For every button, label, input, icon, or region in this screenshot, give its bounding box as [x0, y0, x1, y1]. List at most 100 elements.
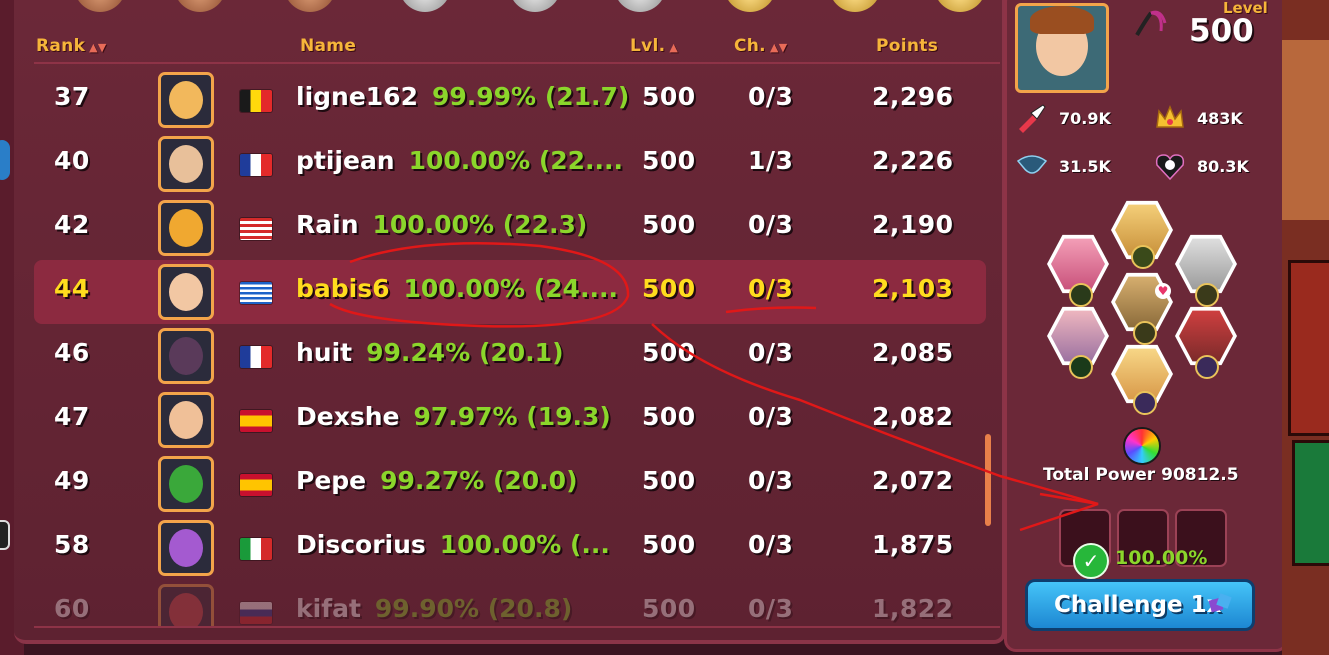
player-avatar[interactable] [158, 520, 214, 576]
player-avatar[interactable] [158, 136, 214, 192]
level-cell: 500 [642, 146, 696, 175]
table-row[interactable]: 42 Rain 100.00% (22.3) 500 0/3 2,190 [34, 196, 986, 260]
silver-badge-icon[interactable] [399, 0, 451, 12]
background-scenery [1288, 260, 1329, 436]
avatar-face [169, 273, 203, 311]
defense-icon [1016, 155, 1048, 174]
whip-class-icon [1135, 10, 1167, 36]
rank-column-header[interactable]: Rank ▲▼ [36, 36, 107, 56]
up-down-arrows-icon: ▲▼ [89, 41, 107, 54]
side-toggle[interactable] [0, 520, 10, 550]
player-avatar[interactable] [158, 328, 214, 384]
table-row-self[interactable]: 44 babis6 100.00% (24.... 500 0/3 2,103 [34, 260, 986, 324]
name-cell: Discorius 100.00% (... [296, 530, 610, 559]
name-cell: Rain 100.00% (22.3) [296, 210, 587, 239]
level-cell: 500 [642, 530, 696, 559]
win-stat: 99.24% (20.1) [366, 338, 564, 367]
challenges-cell: 0/3 [748, 210, 794, 239]
player-name[interactable]: huit [296, 338, 352, 367]
table-row[interactable]: 40 ptijean 100.00% (22.... 500 1/3 2,226 [34, 132, 986, 196]
player-name[interactable]: Dexshe [296, 402, 399, 431]
name-cell: Pepe 99.27% (20.0) [296, 466, 578, 495]
name-cell: babis6 100.00% (24.... [296, 274, 618, 303]
avatar-face [169, 145, 203, 183]
player-name[interactable]: ptijean [296, 146, 395, 175]
challenges-column-header[interactable]: Ch. ▲▼ [734, 36, 787, 56]
player-name[interactable]: ligne162 [296, 82, 418, 111]
table-row[interactable]: 58 Discorius 100.00% (... 500 0/3 1,875 [34, 516, 986, 580]
player-avatar[interactable] [158, 72, 214, 128]
points-cell: 2,190 [872, 210, 954, 239]
rainbow-element-icon [1123, 427, 1161, 465]
leaderboard-rows: 37 ligne162 99.99% (21.7) 500 0/3 2,296 40 ptij… [34, 64, 1000, 626]
points-cell: 2,103 [872, 274, 954, 303]
player-name[interactable]: kifat [296, 594, 361, 623]
gold-badge-icon[interactable] [934, 0, 986, 12]
gem-icon [1208, 593, 1232, 613]
country-flag-icon [240, 474, 272, 496]
bronze-badge-icon[interactable] [174, 0, 226, 12]
check-icon: ✓ [1073, 543, 1109, 579]
player-avatar[interactable] [158, 200, 214, 256]
gold-badge-icon[interactable] [829, 0, 881, 12]
table-header: Rank ▲▼ Name Lvl. ▲ Ch. ▲▼ Points [34, 34, 994, 60]
country-flag-icon [240, 90, 272, 112]
player-avatar[interactable] [158, 264, 214, 320]
level-cell: 500 [642, 338, 696, 367]
element-orb-icon [1131, 245, 1155, 269]
challenges-cell: 0/3 [748, 466, 794, 495]
points-cell: 1,875 [872, 530, 954, 559]
silver-badge-icon[interactable] [614, 0, 666, 12]
side-tab-button[interactable] [0, 140, 10, 180]
table-row[interactable]: 46 huit 99.24% (20.1) 500 0/3 2,085 [34, 324, 986, 388]
challenges-cell: 0/3 [748, 338, 794, 367]
challenges-cell: 1/3 [748, 146, 794, 175]
rank-cell: 40 [54, 146, 90, 175]
gold-badge-icon[interactable] [724, 0, 776, 12]
player-name[interactable]: Rain [296, 210, 359, 239]
background-scenery [1282, 40, 1329, 220]
avatar-face [169, 529, 203, 567]
attack-icon [1019, 104, 1046, 133]
table-row[interactable]: 37 ligne162 99.99% (21.7) 500 0/3 2,296 [34, 68, 986, 132]
bronze-badge-icon[interactable] [284, 0, 336, 12]
bronze-badge-icon[interactable] [74, 0, 126, 12]
player-avatar[interactable] [158, 392, 214, 448]
country-flag-icon [240, 538, 272, 560]
scrollbar-thumb[interactable] [985, 434, 991, 526]
silver-badge-icon[interactable] [509, 0, 561, 12]
rank-cell: 37 [54, 82, 90, 111]
name-cell: huit 99.24% (20.1) [296, 338, 564, 367]
element-orb-icon [1195, 283, 1219, 307]
win-stat: 100.00% (24.... [403, 274, 618, 303]
level-column-header[interactable]: Lvl. ▲ [630, 36, 678, 56]
rank-cell: 49 [54, 466, 90, 495]
player-avatar[interactable] [158, 456, 214, 512]
player-name[interactable]: Discorius [296, 530, 426, 559]
country-flag-icon [240, 282, 272, 304]
background-right-edge [1282, 0, 1329, 655]
avatar-face [169, 337, 203, 375]
country-flag-icon [240, 346, 272, 368]
win-stat: 99.27% (20.0) [380, 466, 578, 495]
heart-icon: ♥ [1155, 283, 1171, 299]
win-stat: 99.99% (21.7) [431, 82, 630, 111]
challenges-cell: 0/3 [748, 402, 794, 431]
rank-cell: 60 [54, 594, 90, 623]
player-portrait[interactable] [1015, 3, 1109, 93]
points-cell: 2,082 [872, 402, 954, 431]
challenges-cell: 0/3 [748, 82, 794, 111]
table-row[interactable]: 49 Pepe 99.27% (20.0) 500 0/3 2,072 [34, 452, 986, 516]
level-cell: 500 [642, 594, 696, 623]
player-avatar[interactable] [158, 584, 214, 626]
player-name[interactable]: Pepe [296, 466, 366, 495]
player-name[interactable]: babis6 [296, 274, 390, 303]
table-row[interactable]: 47 Dexshe 97.97% (19.3) 500 0/3 2,082 [34, 388, 986, 452]
footer-divider [34, 626, 1000, 628]
table-row[interactable]: 60 kifat 99.90% (20.8) 500 0/3 1,822 [34, 580, 986, 626]
win-stat: 97.97% (19.3) [413, 402, 611, 431]
up-arrow-icon: ▲ [669, 41, 679, 54]
element-orb-icon [1133, 391, 1157, 415]
name-cell: kifat 99.90% (20.8) [296, 594, 572, 623]
leaderboard-panel: Rank ▲▼ Name Lvl. ▲ Ch. ▲▼ Points 37 ligne16… [14, 0, 1006, 644]
